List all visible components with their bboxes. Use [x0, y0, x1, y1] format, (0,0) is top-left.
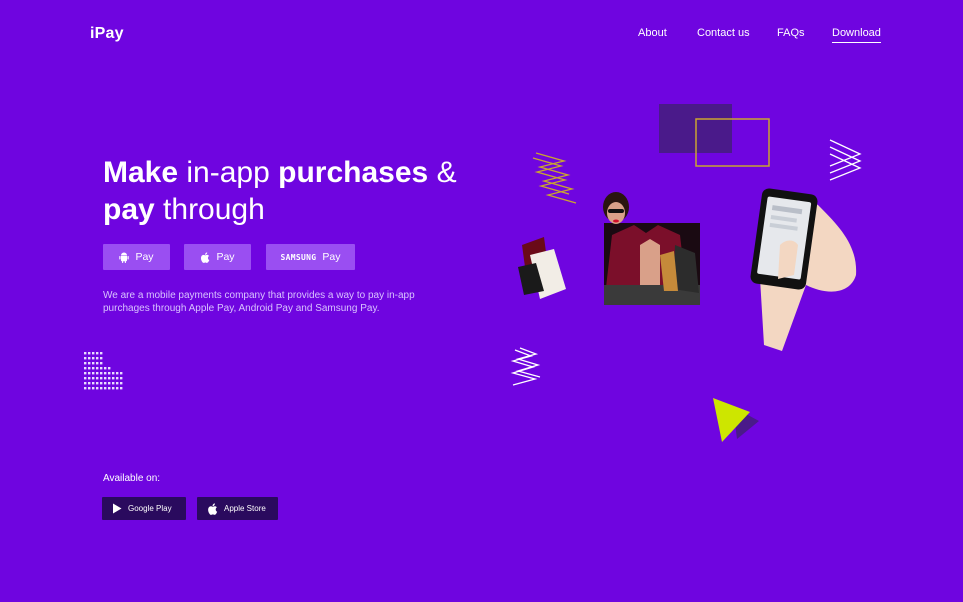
shopping-woman-image	[518, 192, 700, 305]
samsung-logo: SAMSUNG	[280, 252, 317, 262]
apple-icon	[208, 502, 218, 515]
hero-title-word: pay	[103, 193, 155, 226]
apple-pay-button[interactable]: Pay	[184, 244, 251, 270]
gold-zigzag-decoration	[532, 152, 577, 204]
android-pay-button[interactable]: Pay	[103, 244, 170, 270]
apple-icon	[201, 251, 210, 263]
hero-title-word: Make	[103, 156, 179, 189]
phone-in-hand-image	[750, 188, 857, 351]
hero-title-word: in-app	[186, 156, 270, 189]
hero-illustration	[510, 104, 862, 442]
store-label: Google Play	[128, 504, 172, 513]
hero-title-word: through	[163, 193, 265, 226]
hero-title: Make in-app purchases & pay through	[103, 154, 503, 228]
store-label: Apple Store	[224, 504, 266, 513]
hero-title-word: &	[436, 156, 457, 189]
nav-about[interactable]: About	[638, 27, 667, 39]
main-nav: About Contact us FAQs Download	[0, 27, 963, 57]
nav-faqs[interactable]: FAQs	[777, 27, 805, 39]
play-icon	[113, 503, 122, 514]
white-zigzag-decoration	[829, 139, 862, 181]
pay-label: Pay	[322, 251, 341, 263]
apple-store-button[interactable]: Apple Store	[197, 497, 278, 520]
white-zigzag-decoration	[510, 347, 541, 386]
pay-label: Pay	[135, 251, 154, 263]
pay-label: Pay	[216, 251, 235, 263]
dot-grid-decoration	[84, 352, 123, 390]
nav-contact-us[interactable]: Contact us	[697, 27, 750, 39]
hero-title-word: purchases	[278, 156, 429, 189]
available-on-label: Available on:	[103, 473, 161, 484]
android-icon	[119, 252, 130, 263]
google-play-button[interactable]: Google Play	[102, 497, 186, 520]
nav-download[interactable]: Download	[832, 27, 881, 43]
samsung-pay-button[interactable]: SAMSUNG Pay	[266, 244, 355, 270]
hero-description: We are a mobile payments company that pr…	[103, 290, 415, 314]
